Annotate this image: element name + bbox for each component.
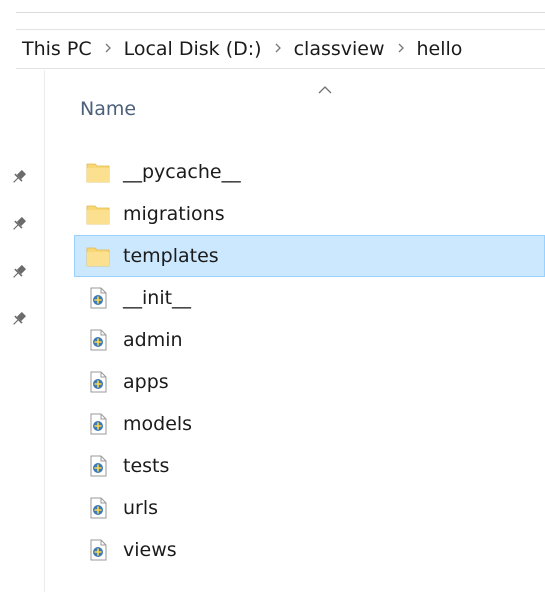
name-column-header[interactable]: Name [80,98,136,120]
sort-ascending-icon[interactable] [318,86,332,94]
top-divider [16,12,545,13]
file-name: urls [123,497,159,519]
file-name: __init__ [123,287,192,309]
breadcrumb-hello[interactable]: hello [417,38,463,60]
pin-icon[interactable] [10,215,28,233]
list-item-folder-selected[interactable]: templates [74,235,545,277]
python-file-icon [90,539,107,561]
file-list: __pycache__ migrations templates __init_… [74,151,545,571]
folder-icon [86,163,110,183]
breadcrumb-this-pc[interactable]: This PC [22,38,92,60]
breadcrumb-classview[interactable]: classview [294,38,385,60]
breadcrumb[interactable]: This PC Local Disk (D:) classview hello [16,29,545,69]
chevron-right-icon[interactable] [262,42,294,57]
python-file-icon [90,497,107,519]
python-file-icon [90,329,107,351]
folder-icon [86,205,110,225]
file-name: views [123,539,177,561]
file-name: admin [123,329,183,351]
python-file-icon [90,413,107,435]
explorer-window: { "breadcrumb": { "items": ["This PC", "… [0,0,545,592]
navigation-pane [0,70,45,592]
list-item-file[interactable]: models [74,403,545,445]
file-name: templates [123,245,219,267]
list-item-file[interactable]: views [74,529,545,571]
python-file-icon [90,287,107,309]
file-name: __pycache__ [123,161,241,183]
list-item-file[interactable]: urls [74,487,545,529]
folder-icon [86,247,110,267]
file-name: migrations [123,203,225,225]
file-name: tests [123,455,170,477]
breadcrumb-local-disk[interactable]: Local Disk (D:) [124,38,262,60]
python-file-icon [90,455,107,477]
python-file-icon [90,371,107,393]
list-item-file[interactable]: apps [74,361,545,403]
chevron-right-icon[interactable] [92,42,124,57]
chevron-right-icon[interactable] [385,42,417,57]
list-item-folder[interactable]: __pycache__ [74,151,545,193]
pin-icon[interactable] [10,310,28,328]
file-name: apps [123,371,169,393]
pin-icon[interactable] [10,263,28,281]
file-name: models [123,413,193,435]
list-item-file[interactable]: admin [74,319,545,361]
list-item-file[interactable]: __init__ [74,277,545,319]
list-item-folder[interactable]: migrations [74,193,545,235]
list-item-file[interactable]: tests [74,445,545,487]
pin-icon[interactable] [10,168,28,186]
